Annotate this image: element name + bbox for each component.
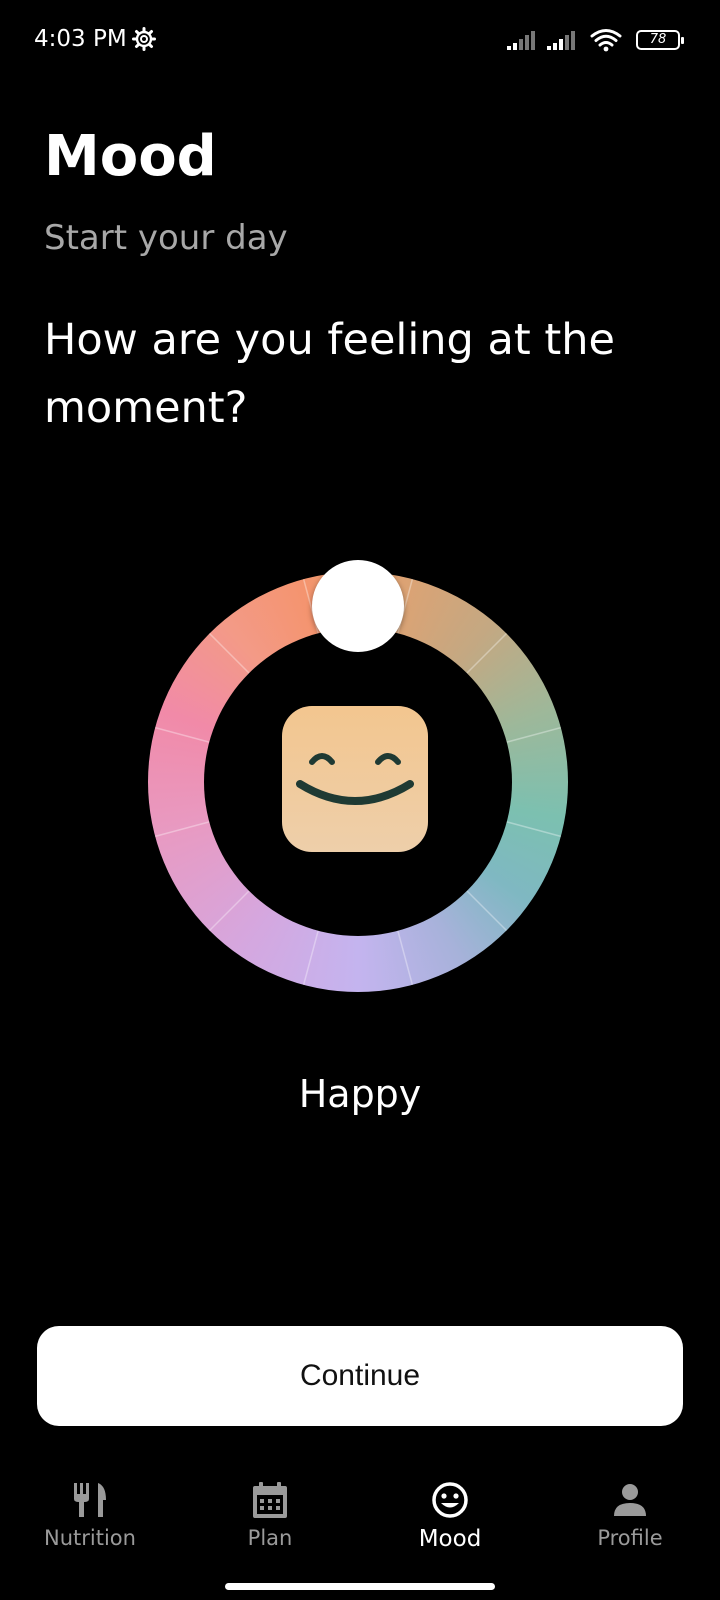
mood-wheel-knob[interactable] — [312, 560, 404, 652]
mood-question: How are you feeling at the moment? — [44, 315, 615, 433]
status-time: 4:03 PM — [34, 26, 127, 52]
nav-label-plan: Plan — [247, 1526, 293, 1550]
nav-item-nutrition[interactable]: Nutrition — [0, 1470, 180, 1570]
nav-label-nutrition: Nutrition — [44, 1526, 136, 1550]
wheel-divider — [154, 821, 210, 838]
selected-mood-label: Happy — [298, 1072, 422, 1116]
battery-icon: 78 — [636, 30, 684, 50]
happy-face-icon — [282, 706, 428, 852]
person-icon — [614, 1484, 646, 1516]
signal-icon — [507, 31, 535, 50]
wheel-divider — [302, 930, 319, 986]
wheel-divider — [506, 821, 562, 838]
wheel-divider — [466, 890, 508, 932]
mood-wheel[interactable] — [148, 560, 568, 992]
bottom-nav: Nutrition Plan Mood Profile — [0, 1470, 720, 1570]
wheel-divider — [397, 930, 414, 986]
home-indicator[interactable] — [225, 1583, 495, 1590]
battery-level: 78 — [649, 32, 667, 47]
fork-knife-icon — [74, 1483, 106, 1517]
signal-icon — [547, 31, 575, 50]
page-subtitle: Start your day — [44, 218, 288, 258]
wheel-divider — [208, 632, 250, 674]
status-icons: 78 — [506, 28, 684, 52]
nav-item-mood[interactable]: Mood — [360, 1470, 540, 1570]
nav-label-mood: Mood — [418, 1526, 482, 1552]
smiley-icon — [432, 1482, 468, 1518]
page-title: Mood — [44, 124, 217, 189]
wheel-divider — [208, 890, 250, 932]
nav-item-profile[interactable]: Profile — [540, 1470, 720, 1570]
nav-item-plan[interactable]: Plan — [180, 1470, 360, 1570]
continue-button[interactable]: Continue — [37, 1326, 683, 1426]
wheel-divider — [506, 726, 562, 743]
mood-screen: 4:03 PM 78 Mood Start your day How are y… — [0, 0, 720, 1600]
settings-gear-icon — [132, 27, 156, 51]
wheel-divider — [466, 632, 508, 674]
wheel-divider — [154, 726, 210, 743]
calendar-icon — [253, 1482, 287, 1518]
nav-label-profile: Profile — [597, 1526, 663, 1550]
status-bar: 4:03 PM 78 — [0, 0, 720, 84]
wifi-icon — [590, 29, 622, 52]
